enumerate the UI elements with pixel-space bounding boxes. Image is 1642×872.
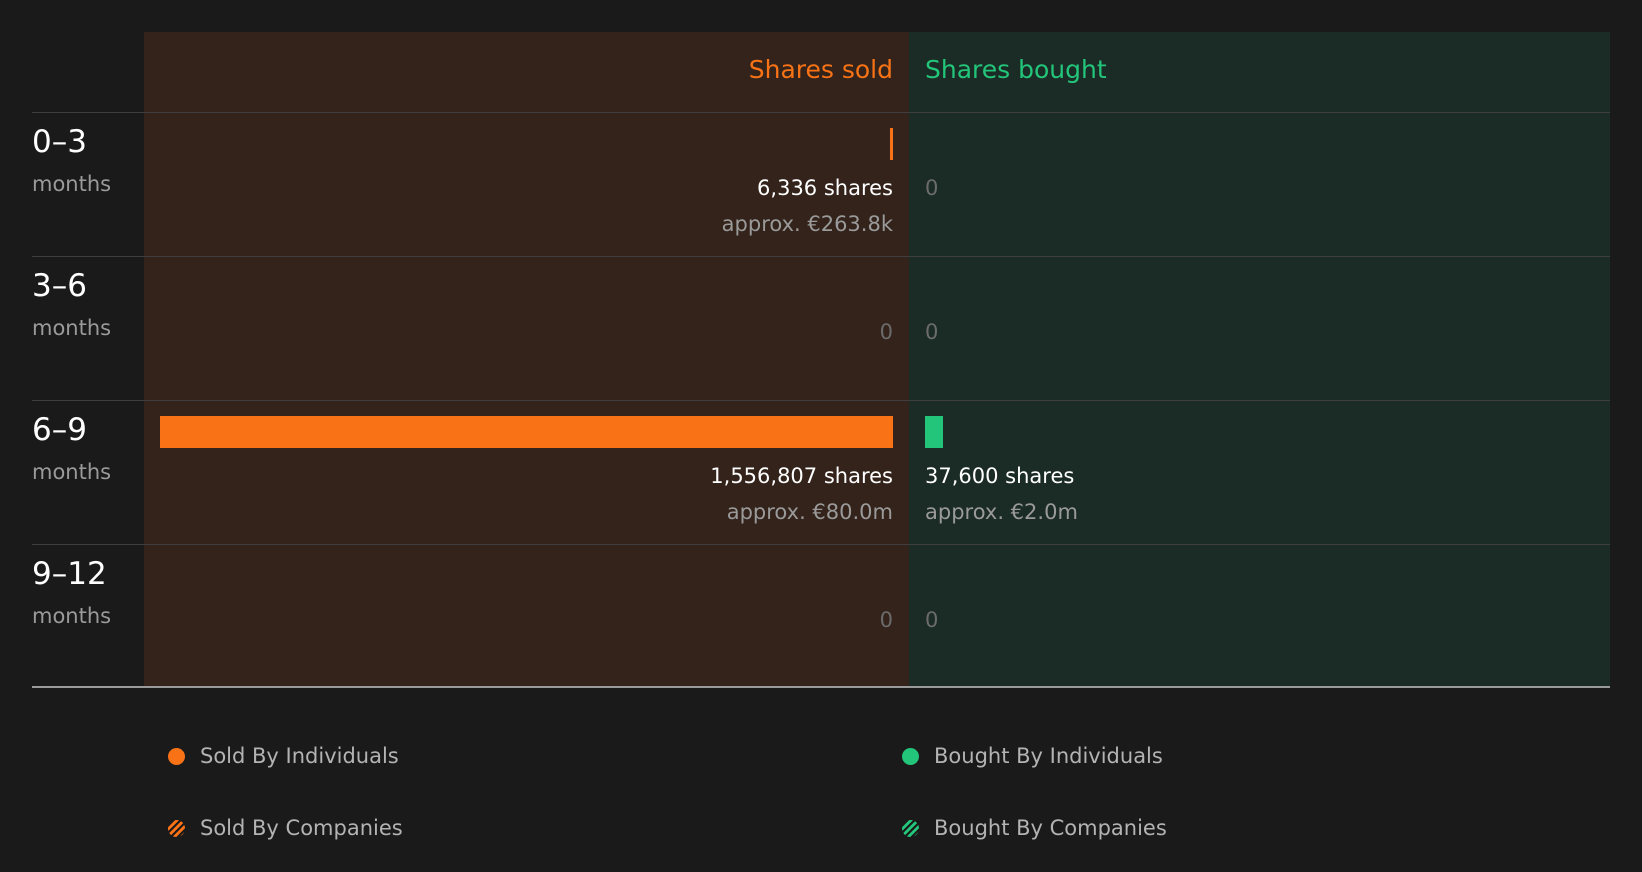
bought-value-label: approx. €2.0m [925, 500, 1078, 524]
legend-label: Sold By Individuals [200, 744, 399, 768]
dot-icon [168, 747, 185, 765]
hatched-dot-icon [168, 819, 185, 837]
sold-zero-label: 0 [879, 608, 893, 632]
row-unit-label: months [32, 604, 112, 628]
sold-bar[interactable] [160, 416, 893, 448]
row-divider [32, 112, 1610, 113]
row-divider [32, 544, 1610, 545]
legend-label: Sold By Companies [200, 816, 403, 840]
hatched-dot-icon [902, 819, 919, 837]
row-divider [32, 256, 1610, 257]
row-unit-label: months [32, 460, 112, 484]
row-range-label: 0–3 [32, 124, 87, 160]
legend-item: Sold By Individuals [168, 741, 399, 771]
legend-item: Bought By Companies [902, 813, 1167, 843]
header-shares-bought: Shares bought [925, 55, 1107, 84]
sold-shares-label: 6,336 shares [757, 176, 893, 200]
header-shares-sold: Shares sold [748, 55, 893, 84]
row-range-label: 9–12 [32, 556, 107, 592]
bought-zero-label: 0 [925, 320, 939, 344]
legend-item: Bought By Individuals [902, 741, 1163, 771]
sold-value-label: approx. €80.0m [726, 500, 893, 524]
sold-value-label: approx. €263.8k [721, 212, 893, 236]
sold-bar[interactable] [890, 128, 893, 160]
row-unit-label: months [32, 172, 112, 196]
row-divider [32, 400, 1610, 401]
row-unit-label: months [32, 316, 112, 340]
sold-zero-label: 0 [879, 320, 893, 344]
bought-zero-label: 0 [925, 176, 939, 200]
bought-panel [909, 32, 1610, 687]
bought-bar[interactable] [925, 416, 943, 448]
row-range-label: 3–6 [32, 268, 87, 304]
insider-trading-chart: Shares sold Shares bought Sold By Indivi… [0, 0, 1642, 872]
legend-item: Sold By Companies [168, 813, 403, 843]
sold-panel [144, 32, 909, 687]
dot-icon [902, 747, 919, 765]
sold-shares-label: 1,556,807 shares [710, 464, 893, 488]
bought-shares-label: 37,600 shares [925, 464, 1075, 488]
chart-axis-line [32, 686, 1610, 688]
bought-zero-label: 0 [925, 608, 939, 632]
legend-label: Bought By Companies [934, 816, 1167, 840]
row-range-label: 6–9 [32, 412, 87, 448]
legend-label: Bought By Individuals [934, 744, 1163, 768]
